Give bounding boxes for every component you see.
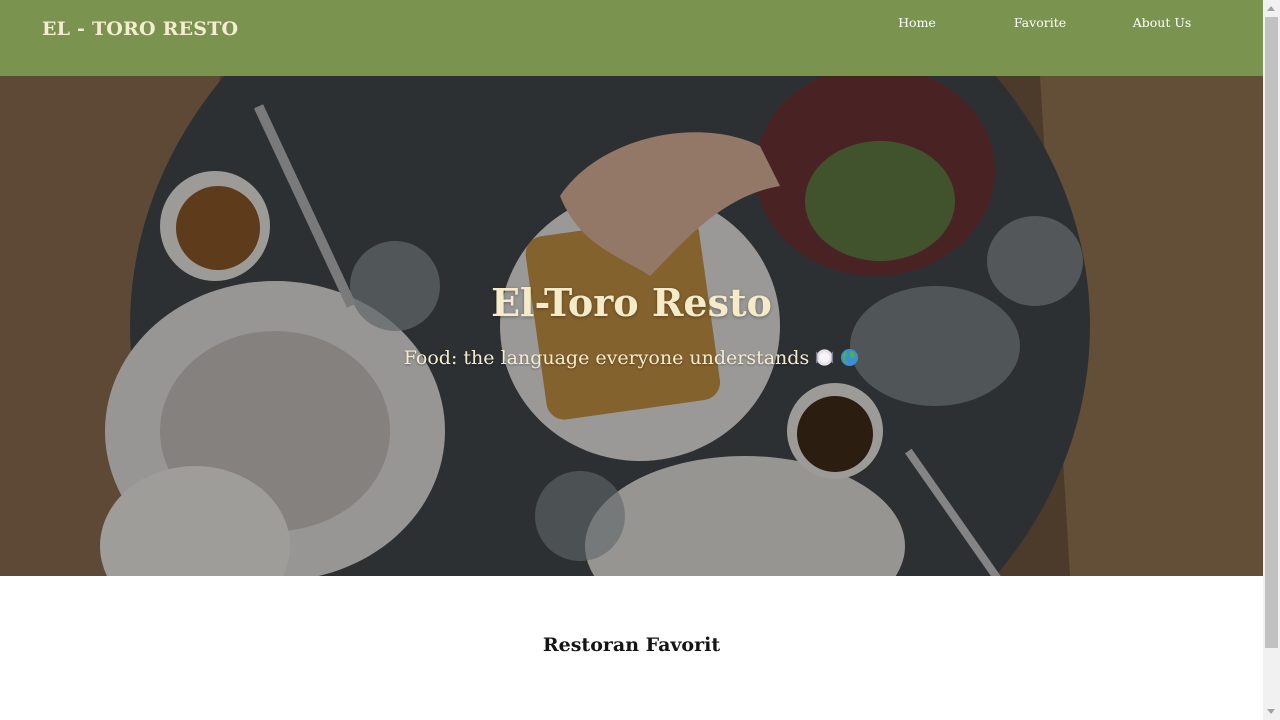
scroll-up-arrow-icon[interactable] [1263,0,1280,17]
page-scrollbar[interactable] [1263,0,1280,720]
nav-about-us-link[interactable]: About Us [1117,15,1207,31]
hero-subtitle: Food: the language everyone understands [0,347,1263,369]
nav-favorite-link[interactable]: Favorite [995,15,1085,31]
hero-subtitle-text: Food: the language everyone understands [403,347,810,369]
hero-title: El-Toro Resto [491,280,772,325]
hero-banner: El-Toro Resto Food: the language everyon… [0,76,1263,576]
plate-icon [816,349,834,366]
favorite-restaurants-heading: Restoran Favorit [542,634,721,656]
main-nav: Home Favorite About Us [0,15,1263,35]
nav-home-link[interactable]: Home [872,15,962,31]
app-header: EL - TORO RESTO Home Favorite About Us [0,0,1263,76]
page: EL - TORO RESTO Home Favorite About Us E… [0,0,1263,720]
globe-icon [841,348,859,367]
scroll-down-arrow-icon[interactable] [1263,703,1280,720]
hero-overlay [0,76,1263,576]
scroll-thumb[interactable] [1265,17,1278,648]
